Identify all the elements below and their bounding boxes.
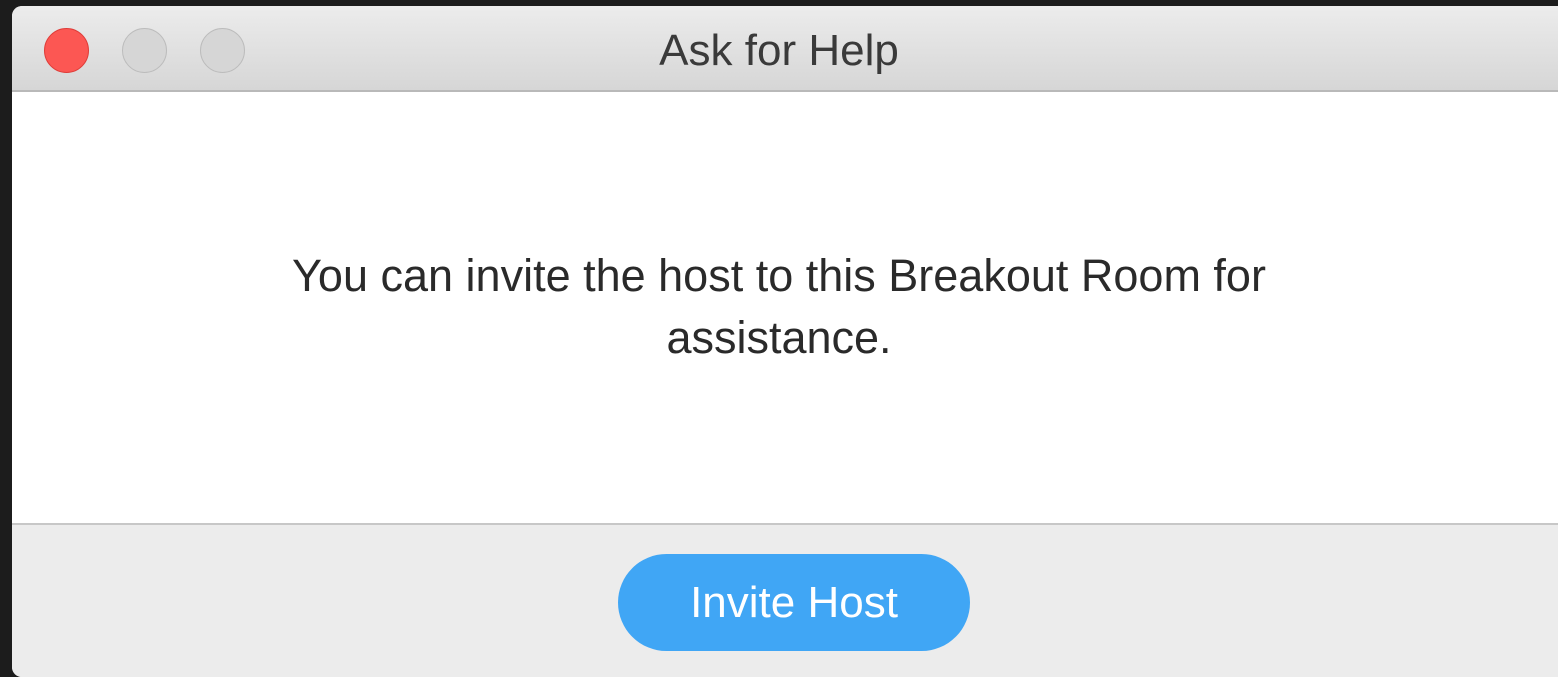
dialog-footer: Invite Host	[12, 523, 1558, 677]
ask-for-help-window: Ask for Help You can invite the host to …	[12, 6, 1558, 677]
window-title: Ask for Help	[659, 26, 899, 75]
dialog-message: You can invite the host to this Breakout…	[292, 250, 1266, 363]
invite-host-button[interactable]: Invite Host	[618, 554, 970, 651]
dialog-content: You can invite the host to this Breakout…	[12, 92, 1558, 523]
title-bar[interactable]: Ask for Help	[12, 6, 1558, 92]
dialog-message-container: You can invite the host to this Breakout…	[12, 245, 1558, 369]
